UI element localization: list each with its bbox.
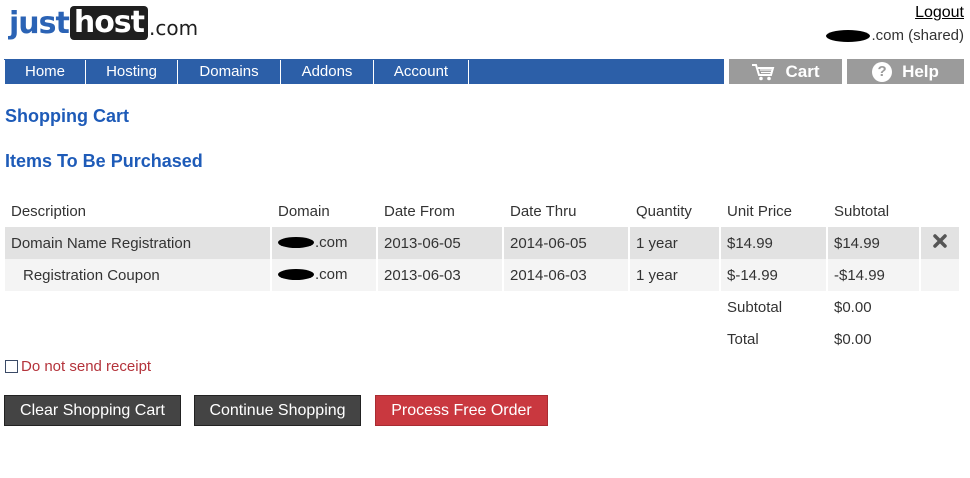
subtotal-row: Subtotal $0.00 [5, 291, 961, 323]
main-nav: Home Hosting Domains Addons Account [4, 59, 724, 84]
no-receipt-label[interactable]: Do not send receipt [21, 358, 151, 375]
logout-link[interactable]: Logout [915, 4, 964, 22]
justhost-logo[interactable]: just host .com [9, 6, 198, 46]
cell-date-thru: 2014-06-05 [504, 227, 630, 259]
domain-suffix: .com [315, 266, 348, 283]
cell-unit-price: $-14.99 [721, 259, 828, 291]
cell-subtotal: $14.99 [828, 227, 921, 259]
redacted-domain [278, 237, 314, 248]
cell-description: Registration Coupon [5, 259, 272, 291]
col-description: Description [11, 202, 87, 220]
question-circle-icon: ? [872, 61, 893, 82]
remove-item-icon[interactable] [932, 233, 948, 249]
col-quantity: Quantity [636, 202, 692, 220]
cart-button[interactable]: Cart [729, 59, 842, 84]
nav-home[interactable]: Home [4, 60, 86, 84]
cell-domain: .com [272, 227, 378, 259]
logo-just: just [9, 6, 70, 41]
cell-unit-price: $14.99 [721, 227, 828, 259]
shopping-cart-icon [751, 63, 775, 81]
table-row: Domain Name Registration .com 2013-06-05… [5, 227, 961, 259]
continue-shopping-button[interactable]: Continue Shopping [194, 395, 361, 426]
table-row: Registration Coupon .com 2013-06-03 2014… [5, 259, 961, 291]
cell-remove-empty [921, 259, 961, 291]
cell-quantity: 1 year [630, 227, 721, 259]
subtotal-value: $0.00 [828, 291, 921, 323]
logo-host: host [69, 6, 149, 40]
table-header-row: Description Domain Date From Date Thru Q… [5, 195, 961, 227]
col-domain: Domain [278, 202, 330, 220]
receipt-option: Do not send receipt [5, 358, 151, 375]
logo-com: .com [149, 16, 199, 40]
section-title: Items To Be Purchased [5, 151, 203, 171]
subtotal-label: Subtotal [721, 291, 828, 323]
redacted-domain [826, 29, 871, 42]
page-title: Shopping Cart [5, 106, 129, 126]
nav-hosting[interactable]: Hosting [86, 60, 178, 84]
cell-description: Domain Name Registration [5, 227, 272, 259]
redacted-domain [278, 269, 314, 280]
help-label: Help [902, 61, 939, 81]
cell-quantity: 1 year [630, 259, 721, 291]
cell-date-from: 2013-06-05 [378, 227, 504, 259]
cell-remove [921, 227, 961, 259]
nav-account[interactable]: Account [374, 60, 469, 84]
cell-domain: .com [272, 259, 378, 291]
total-value: $0.00 [828, 323, 921, 355]
account-domain: .com (shared) [826, 27, 964, 44]
nav-domains[interactable]: Domains [178, 60, 281, 84]
nav-addons[interactable]: Addons [281, 60, 374, 84]
col-date-thru: Date Thru [510, 202, 577, 220]
process-order-button[interactable]: Process Free Order [375, 395, 548, 426]
col-unit-price: Unit Price [727, 202, 793, 220]
account-domain-suffix: .com (shared) [871, 27, 964, 44]
total-row: Total $0.00 [5, 323, 961, 355]
cell-subtotal: -$14.99 [828, 259, 921, 291]
domain-suffix: .com [315, 234, 348, 251]
help-button[interactable]: ? Help [847, 59, 964, 84]
col-date-from: Date From [384, 202, 455, 220]
clear-cart-button[interactable]: Clear Shopping Cart [4, 395, 181, 426]
col-remove [921, 195, 961, 227]
cell-date-thru: 2014-06-03 [504, 259, 630, 291]
no-receipt-checkbox[interactable] [5, 360, 18, 373]
cart-table: Description Domain Date From Date Thru Q… [5, 195, 961, 355]
col-subtotal: Subtotal [834, 202, 890, 220]
cart-label: Cart [785, 61, 820, 81]
total-label: Total [721, 323, 828, 355]
cell-date-from: 2013-06-03 [378, 259, 504, 291]
